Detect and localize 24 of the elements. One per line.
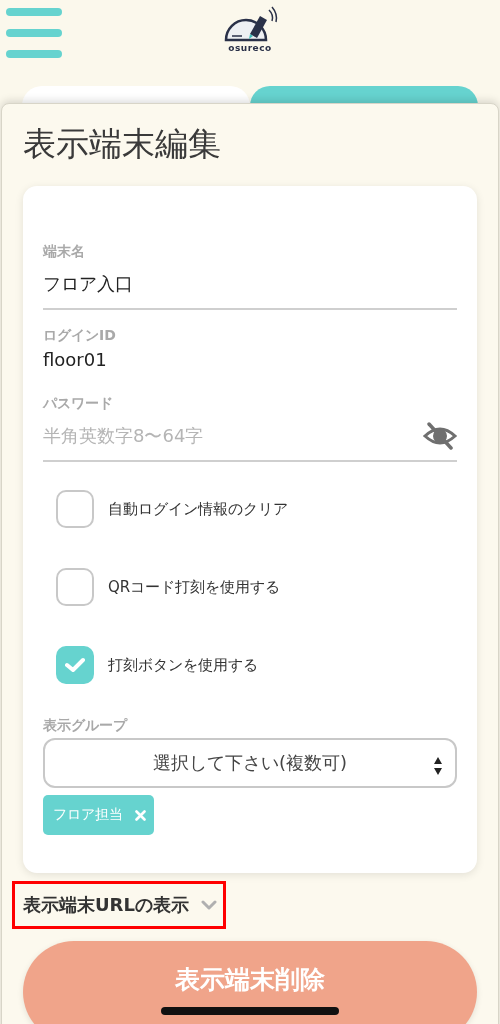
checkbox-label: QRコード打刻を使用する [108, 577, 281, 597]
field-label: パスワード [43, 394, 114, 412]
close-icon [135, 809, 146, 821]
logo-text: osureco [228, 43, 272, 53]
field-label: ログインID [43, 326, 117, 344]
dialog-title: 表示端末編集 [23, 123, 222, 165]
checkbox[interactable] [56, 490, 94, 528]
remove-tag-button[interactable] [135, 809, 146, 821]
field-label: 端末名 [43, 242, 86, 260]
check-icon [65, 657, 85, 673]
checkbox-label: 自動ログイン情報のクリア [108, 499, 288, 519]
checkbox-label: 打刻ボタンを使用する [108, 655, 258, 675]
field-label: 表示グループ [43, 716, 129, 734]
group-tag: フロア担当 [43, 795, 154, 835]
eye-slash-icon[interactable] [423, 422, 457, 450]
checkbox[interactable] [56, 568, 94, 606]
group-select[interactable]: 選択して下さい(複数可) [43, 738, 457, 788]
field-value: floor01 [43, 348, 108, 372]
input-field[interactable]: フロア入口 [43, 260, 457, 308]
url-toggle[interactable]: 表示端末URLの表示 [23, 893, 217, 917]
sort-arrows-icon [433, 756, 443, 776]
menu-button[interactable] [6, 8, 62, 58]
chevron-icon [200, 900, 217, 910]
checkbox[interactable] [56, 646, 94, 684]
